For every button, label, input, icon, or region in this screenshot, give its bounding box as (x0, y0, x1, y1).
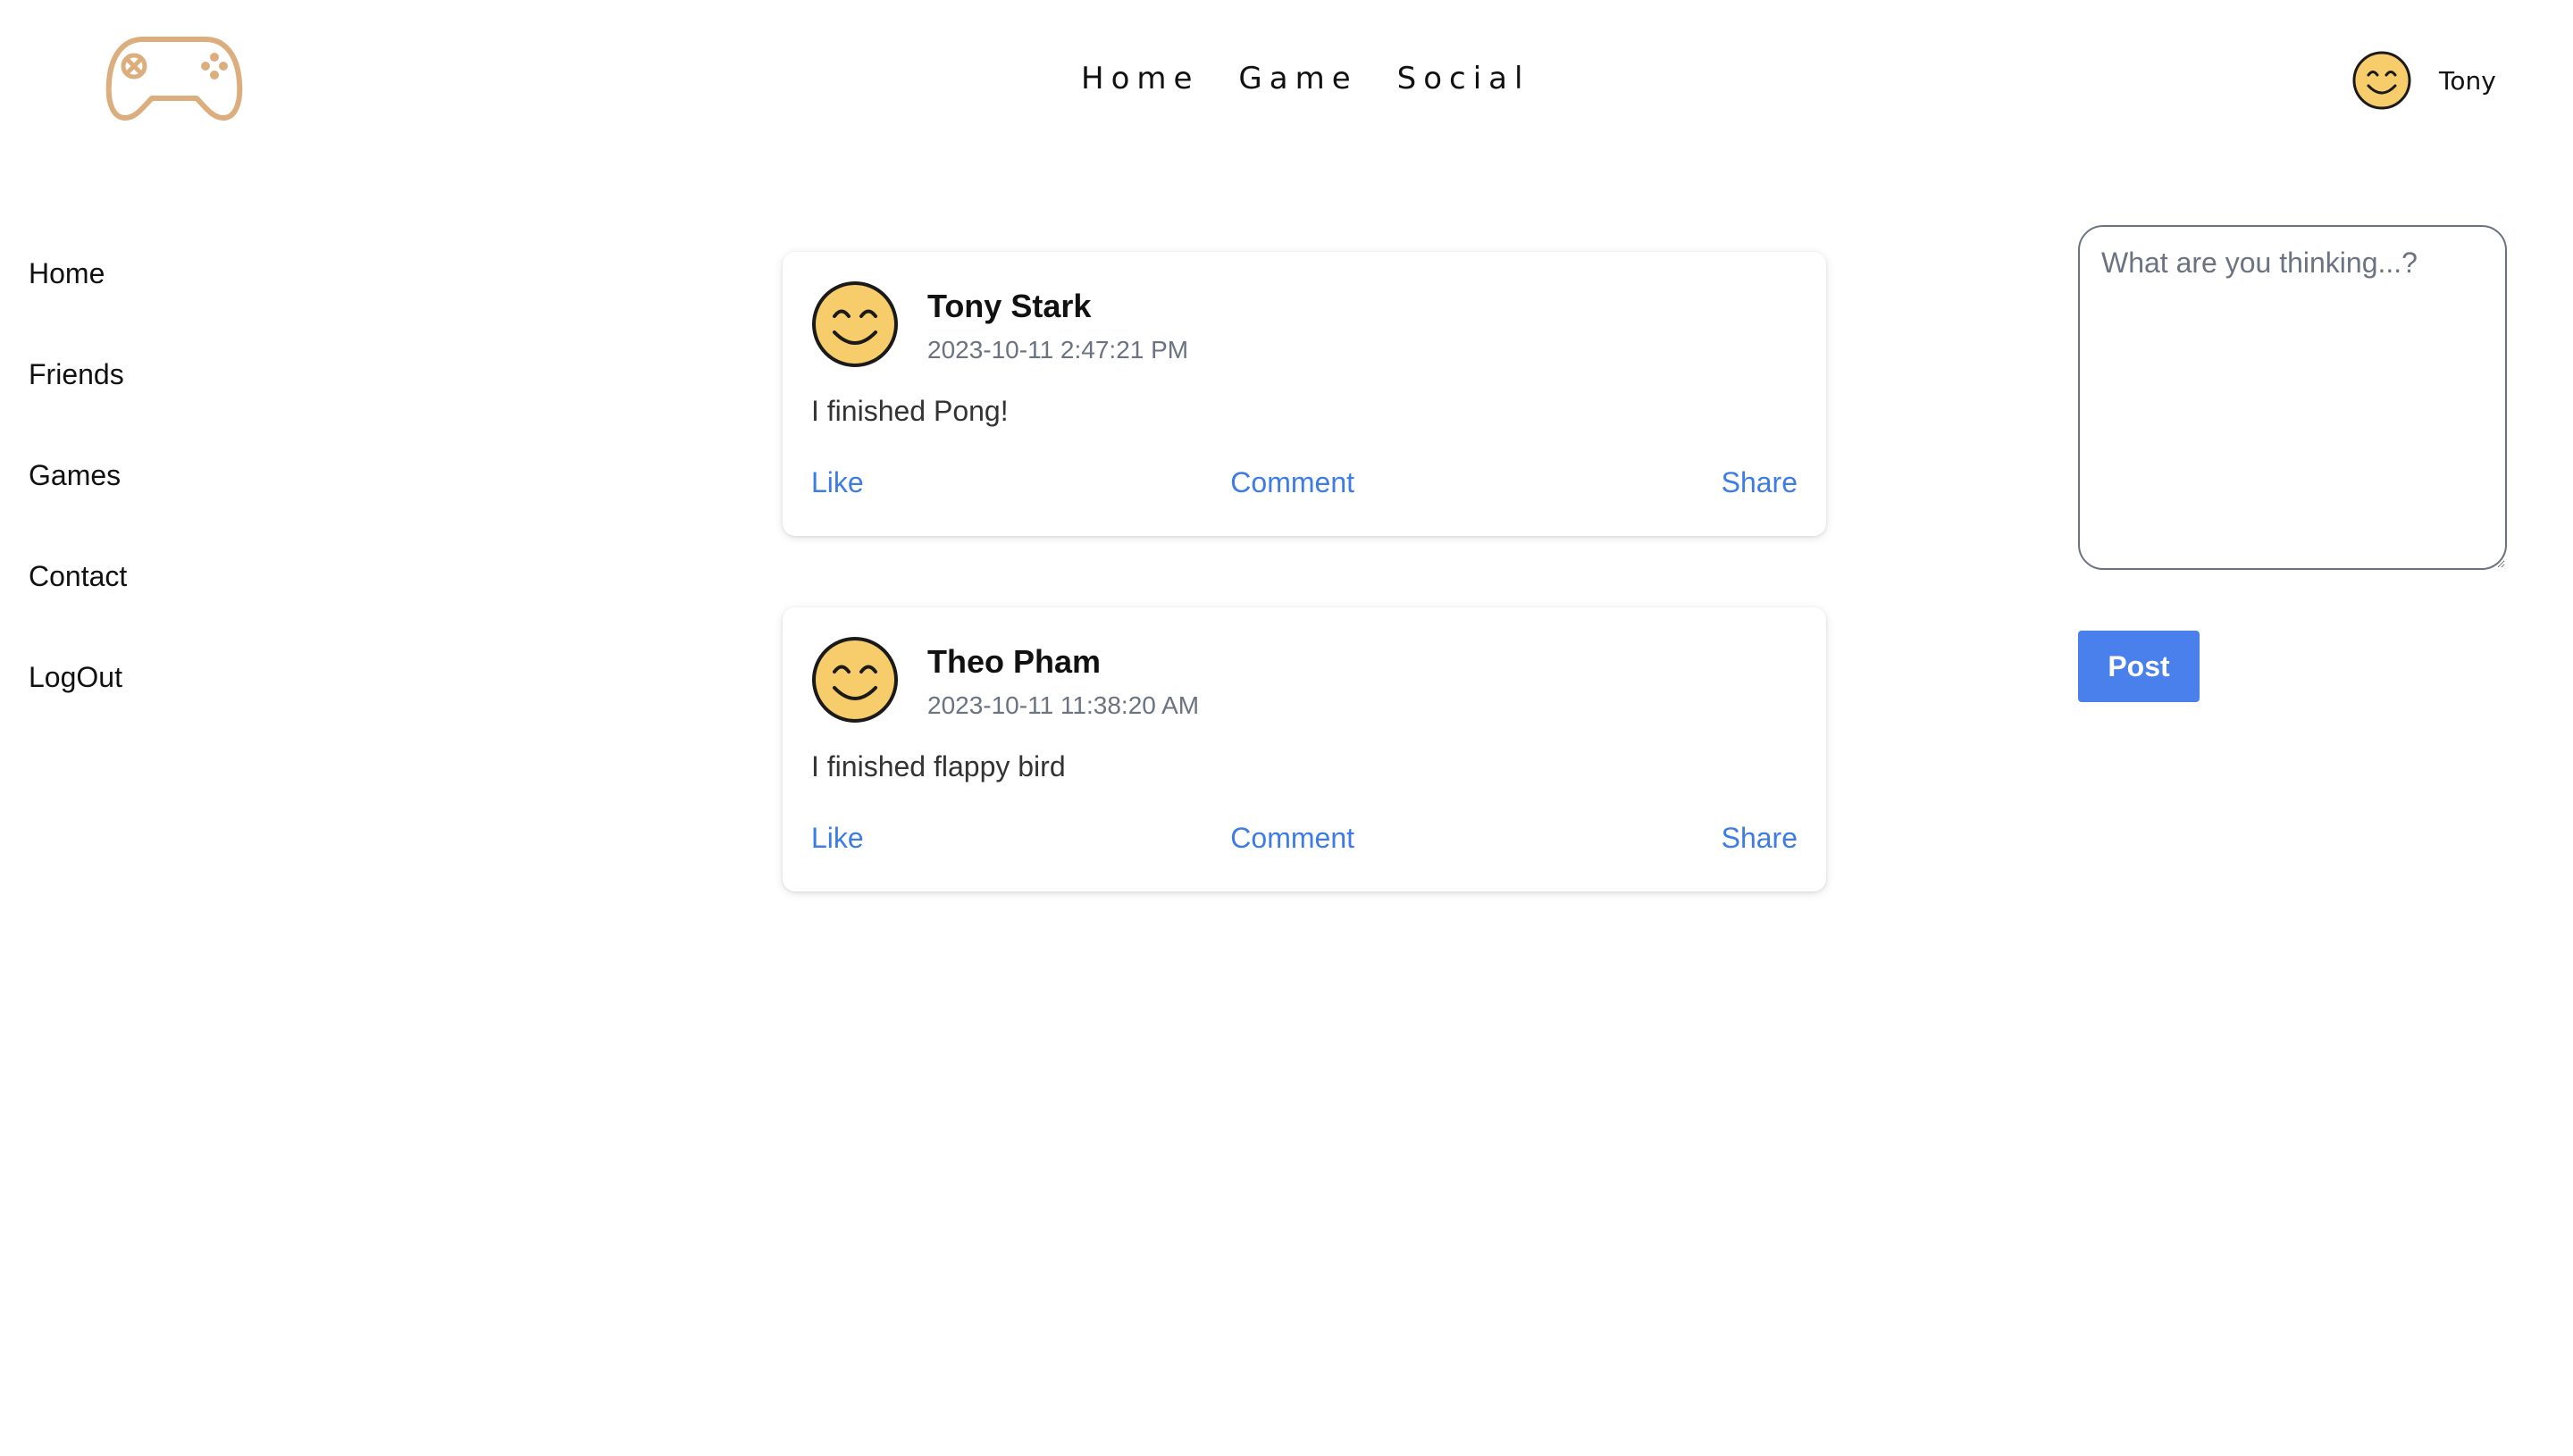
post-text: I finished flappy bird (811, 750, 1066, 782)
sidebar-item-friends[interactable]: Friends (29, 353, 127, 396)
sidebar: Home Friends Games Contact LogOut (29, 252, 127, 757)
sidebar-item-logout[interactable]: LogOut (29, 656, 127, 699)
comment-button[interactable]: Comment (1230, 466, 1354, 499)
sidebar-item-games[interactable]: Games (29, 454, 127, 497)
smiley-face-icon (812, 637, 898, 723)
user-name[interactable]: Tony (2439, 66, 2496, 96)
gamepad-icon[interactable] (100, 29, 248, 127)
post-feed: Tony Stark 2023-10-11 2:47:21 PM I finis… (783, 252, 1826, 963)
sidebar-item-contact[interactable]: Contact (29, 555, 127, 598)
post-timestamp: 2023-10-11 2:47:21 PM (927, 336, 1189, 364)
top-nav-game[interactable]: Game (1238, 61, 1357, 96)
top-nav: Home Game Social (1081, 55, 1530, 102)
smiley-face-icon (812, 281, 898, 367)
post-card: Tony Stark 2023-10-11 2:47:21 PM I finis… (783, 252, 1826, 536)
post-text: I finished Pong! (811, 395, 1009, 427)
post-author[interactable]: Theo Pham (927, 643, 1101, 681)
comment-button[interactable]: Comment (1230, 822, 1354, 855)
share-button[interactable]: Share (1722, 822, 1798, 855)
user-menu[interactable]: Tony (2351, 50, 2496, 111)
post-button[interactable]: Post (2078, 631, 2200, 702)
like-button[interactable]: Like (811, 466, 864, 499)
post-card: Theo Pham 2023-10-11 11:38:20 AM I finis… (783, 607, 1826, 891)
post-actions: Like Comment Share (811, 466, 1798, 499)
share-button[interactable]: Share (1722, 466, 1798, 499)
social-page: Home Game Social Tony Home Friends Games… (0, 0, 2573, 1456)
post-author[interactable]: Tony Stark (927, 288, 1091, 325)
top-nav-social[interactable]: Social (1397, 61, 1530, 96)
sidebar-item-home[interactable]: Home (29, 252, 127, 295)
post-actions: Like Comment Share (811, 822, 1798, 855)
like-button[interactable]: Like (811, 822, 864, 855)
top-nav-home[interactable]: Home (1081, 61, 1199, 96)
post-composer-input[interactable] (2078, 225, 2507, 570)
post-timestamp: 2023-10-11 11:38:20 AM (927, 691, 1200, 719)
smiley-face-icon (2352, 51, 2411, 110)
